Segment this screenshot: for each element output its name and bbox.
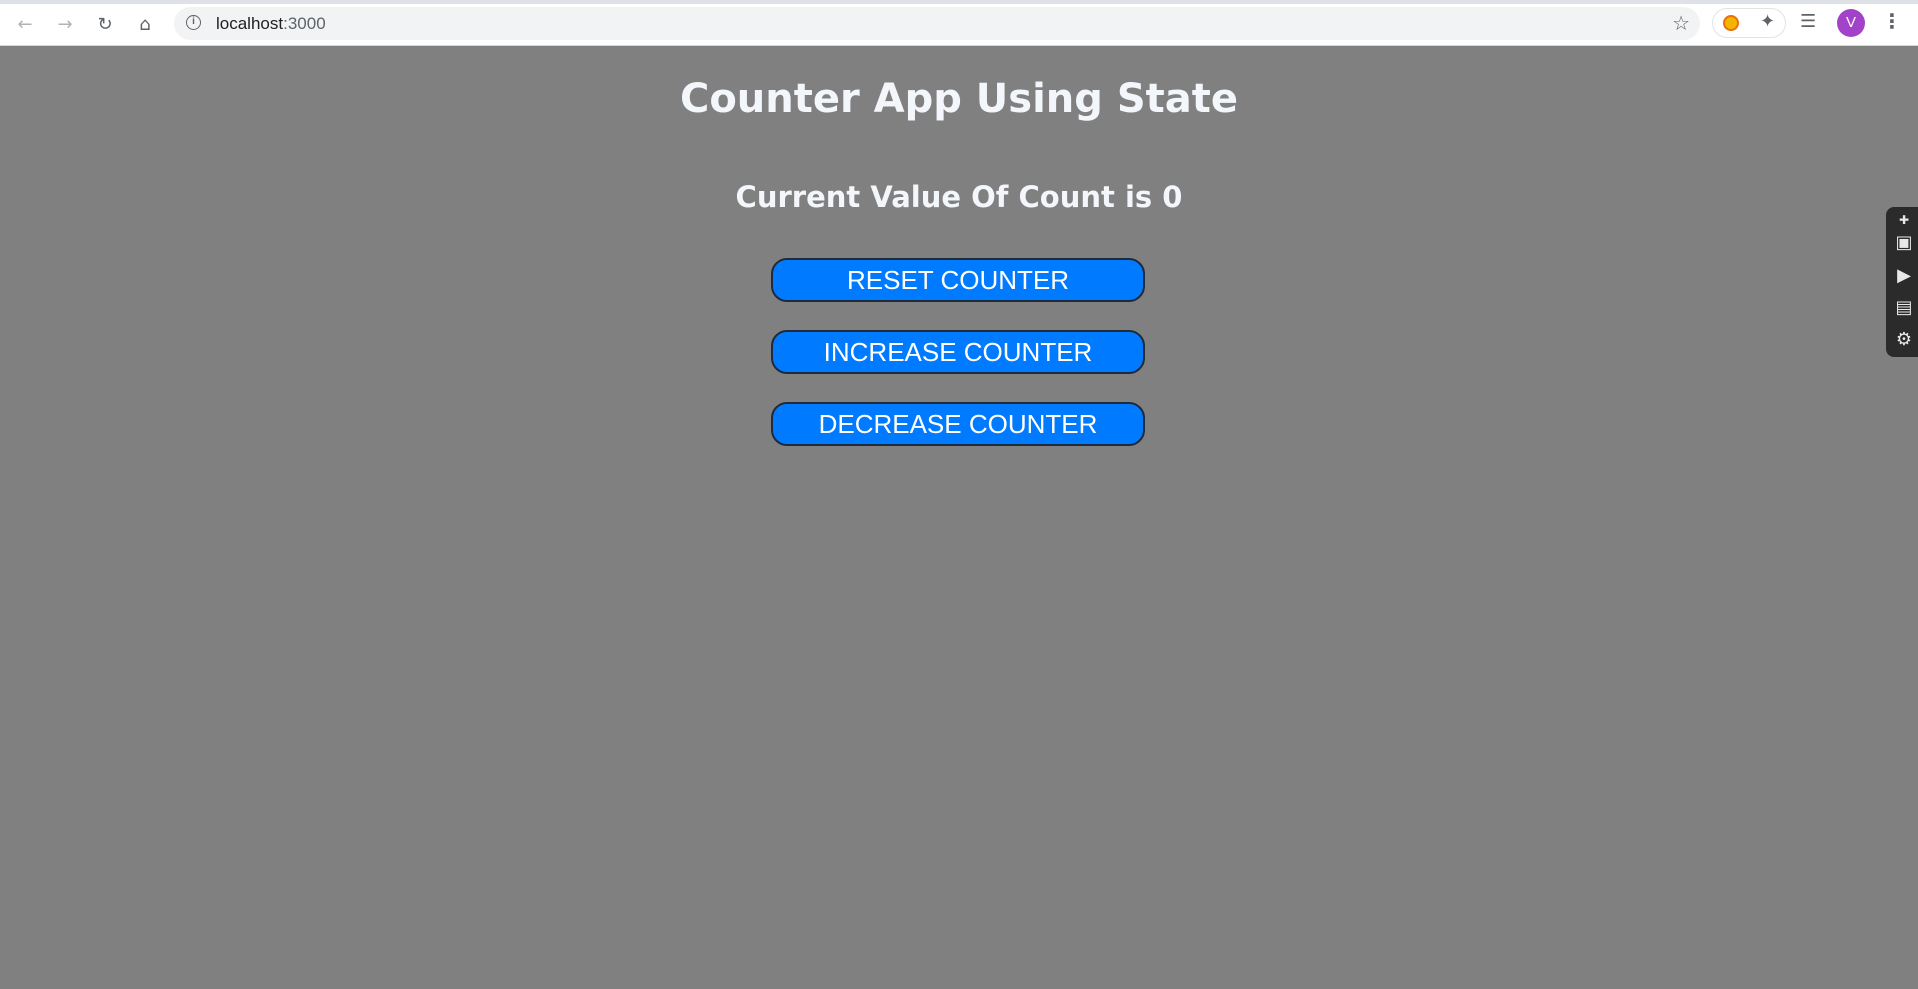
reload-icon[interactable]: ↻: [92, 11, 118, 37]
media-control-icon[interactable]: ☰: [1800, 11, 1816, 32]
tab-strip-edge: [0, 0, 1918, 4]
increase-counter-button[interactable]: INCREASE COUNTER: [771, 330, 1145, 374]
count-display: Current Value Of Count is 0: [735, 180, 1183, 214]
video-icon[interactable]: ▶: [1892, 265, 1916, 287]
address-bar[interactable]: i localhost:3000 ☆: [174, 7, 1700, 40]
reset-counter-button[interactable]: RESET COUNTER: [771, 258, 1145, 302]
browser-toolbar: ← → ↻ ⌂ i localhost:3000 ☆ ✦ ☰ V ⋮: [0, 0, 1918, 46]
url-text[interactable]: localhost:3000: [216, 14, 326, 34]
menu-icon[interactable]: ⋮: [1882, 9, 1902, 33]
avatar[interactable]: V: [1837, 9, 1865, 37]
decrease-counter-button[interactable]: DECREASE COUNTER: [771, 402, 1145, 446]
info-icon[interactable]: i: [186, 15, 201, 30]
back-icon[interactable]: ←: [12, 11, 38, 37]
gallery-icon[interactable]: ▤: [1892, 297, 1916, 319]
home-icon[interactable]: ⌂: [132, 11, 158, 37]
extension-coin-icon[interactable]: [1723, 15, 1739, 31]
star-icon[interactable]: ☆: [1672, 11, 1690, 35]
forward-icon[interactable]: →: [52, 11, 78, 37]
url-port: :3000: [283, 14, 326, 33]
page-title: Counter App Using State: [679, 76, 1239, 122]
pin-icon[interactable]: ✚: [1892, 209, 1916, 231]
camera-icon[interactable]: ▣: [1892, 232, 1916, 254]
url-host: localhost: [216, 14, 284, 33]
extensions-group: ✦: [1712, 8, 1786, 38]
settings-icon[interactable]: ⚙: [1892, 329, 1916, 351]
puzzle-icon[interactable]: ✦: [1760, 11, 1775, 32]
screenshot-extension-toolbar: ✚ ▣ ▶ ▤ ⚙: [1886, 207, 1918, 357]
